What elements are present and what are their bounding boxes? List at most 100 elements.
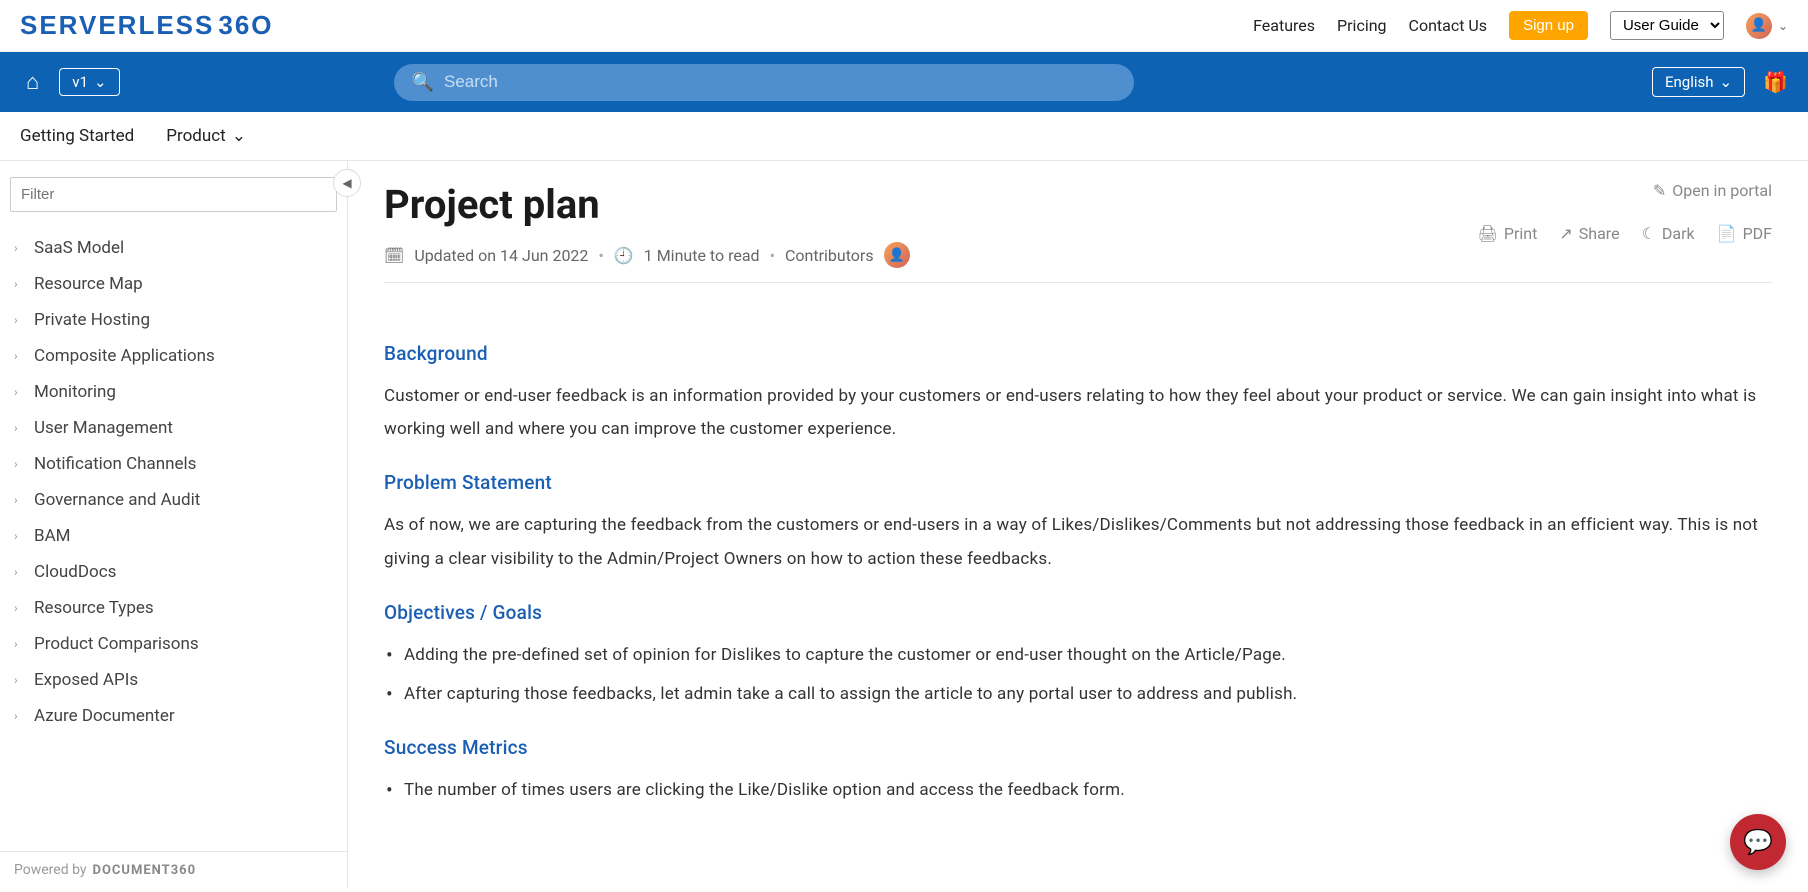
print-button[interactable]: 🖨Print bbox=[1478, 224, 1538, 243]
sidebar-footer: Powered by DOCUMENT360 bbox=[0, 851, 347, 888]
pdf-button[interactable]: 📄PDF bbox=[1717, 224, 1772, 243]
print-label: Print bbox=[1504, 224, 1537, 243]
version-selector[interactable]: v1 ⌄ bbox=[59, 68, 119, 96]
sidebar-item-label: Notification Channels bbox=[34, 454, 196, 474]
section-text-problem: As of now, we are capturing the feedback… bbox=[384, 509, 1772, 575]
read-time: 1 Minute to read bbox=[644, 246, 760, 265]
brand-logo-tail: 36O bbox=[218, 10, 273, 41]
top-nav: SERVERLESS 36O Features Pricing Contact … bbox=[0, 0, 1808, 52]
sidebar-item-label: User Management bbox=[34, 418, 173, 438]
chevron-right-icon: › bbox=[14, 349, 26, 363]
chevron-down-icon: ⌄ bbox=[94, 73, 107, 91]
dark-button[interactable]: ☾Dark bbox=[1642, 224, 1695, 243]
pdf-label: PDF bbox=[1743, 224, 1772, 243]
edit-icon: ✎ bbox=[1653, 181, 1666, 200]
chevron-right-icon: › bbox=[14, 457, 26, 471]
sidebar-item[interactable]: ›Resource Types bbox=[10, 590, 337, 626]
share-label: Share bbox=[1579, 224, 1620, 243]
sidebar-filter-input[interactable] bbox=[10, 177, 337, 212]
article: Project plan 🗓 Updated on 14 Jun 2022 • … bbox=[348, 161, 1808, 888]
list-item: Adding the pre-defined set of opinion fo… bbox=[386, 639, 1772, 672]
sidebar-item-label: Governance and Audit bbox=[34, 490, 200, 510]
open-in-portal-button[interactable]: ✎ Open in portal bbox=[1653, 181, 1772, 200]
objectives-list: Adding the pre-defined set of opinion fo… bbox=[384, 639, 1772, 711]
chat-fab-button[interactable]: 💬 bbox=[1730, 814, 1786, 870]
list-item: After capturing those feedbacks, let adm… bbox=[386, 678, 1772, 711]
sidebar-item-label: Product Comparisons bbox=[34, 634, 199, 654]
chevron-right-icon: › bbox=[14, 493, 26, 507]
sidebar-item[interactable]: › Notification Channels bbox=[10, 446, 337, 482]
sidebar-item[interactable]: › Composite Applications bbox=[10, 338, 337, 374]
nav-product[interactable]: Product ⌄ bbox=[166, 126, 246, 146]
nav-contact[interactable]: Contact Us bbox=[1409, 16, 1488, 35]
search-wrap: 🔍 bbox=[394, 64, 1134, 101]
page-title: Project plan bbox=[384, 181, 910, 228]
sidebar-item-label: SaaS Model bbox=[34, 238, 124, 258]
nav-features[interactable]: Features bbox=[1253, 16, 1315, 35]
chevron-right-icon: › bbox=[14, 277, 26, 291]
nav-getting-started[interactable]: Getting Started bbox=[20, 126, 134, 146]
sidebar-item[interactable]: ›Product Comparisons bbox=[10, 626, 337, 662]
chevron-right-icon: › bbox=[14, 385, 26, 399]
section-heading-background: Background bbox=[384, 335, 1772, 372]
share-icon: ↗ bbox=[1559, 224, 1572, 243]
chevron-right-icon: › bbox=[14, 565, 26, 579]
dark-label: Dark bbox=[1662, 224, 1695, 243]
clock-icon: 🕘 bbox=[614, 246, 634, 265]
dot-separator: • bbox=[770, 246, 775, 265]
sidebar-item-label: BAM bbox=[34, 526, 71, 546]
sidebar-item[interactable]: ›Exposed APIs bbox=[10, 662, 337, 698]
chat-icon: 💬 bbox=[1743, 828, 1773, 856]
sidebar-item-label: Composite Applications bbox=[34, 346, 215, 366]
sidebar-item[interactable]: ›Resource Map bbox=[10, 266, 337, 302]
content-row: ◀ ›SaaS Model›Resource Map›Private Hosti… bbox=[0, 161, 1808, 888]
calendar-icon: 🗓 bbox=[384, 246, 404, 265]
chevron-right-icon: › bbox=[14, 313, 26, 327]
sidebar: ◀ ›SaaS Model›Resource Map›Private Hosti… bbox=[0, 161, 348, 888]
contributors-label: Contributors bbox=[785, 246, 874, 265]
article-meta: 🗓 Updated on 14 Jun 2022 • 🕘 1 Minute to… bbox=[384, 242, 910, 268]
updated-date: Updated on 14 Jun 2022 bbox=[414, 246, 588, 265]
chevron-down-icon: ⌄ bbox=[1720, 73, 1733, 91]
sidebar-item[interactable]: › Governance and Audit bbox=[10, 482, 337, 518]
sidebar-item[interactable]: › User Management bbox=[10, 410, 337, 446]
signup-button[interactable]: Sign up bbox=[1509, 11, 1588, 40]
list-item: The number of times users are clicking t… bbox=[386, 774, 1772, 807]
sidebar-item-label: Azure Documenter bbox=[34, 706, 175, 726]
chevron-right-icon: › bbox=[14, 673, 26, 687]
sidebar-item[interactable]: ›Azure Documenter bbox=[10, 698, 337, 734]
nav-pricing[interactable]: Pricing bbox=[1337, 16, 1387, 35]
powered-by-label: Powered by bbox=[14, 862, 87, 878]
sub-nav: Getting Started Product ⌄ bbox=[0, 112, 1808, 161]
sidebar-item[interactable]: ›SaaS Model bbox=[10, 230, 337, 266]
home-icon[interactable]: ⌂ bbox=[20, 63, 45, 101]
sidebar-item[interactable]: ›Private Hosting bbox=[10, 302, 337, 338]
chevron-right-icon: › bbox=[14, 421, 26, 435]
sidebar-item[interactable]: ›CloudDocs bbox=[10, 554, 337, 590]
section-heading-metrics: Success Metrics bbox=[384, 729, 1772, 766]
chevron-down-icon: ⌄ bbox=[1778, 19, 1788, 33]
article-actions: ✎ Open in portal 🖨Print ↗ Share ☾Dark 📄PD… bbox=[1478, 181, 1772, 243]
share-button[interactable]: ↗ Share bbox=[1559, 224, 1619, 243]
search-input[interactable] bbox=[444, 72, 1116, 92]
sidebar-collapse-button[interactable]: ◀ bbox=[333, 169, 361, 197]
top-nav-right: Features Pricing Contact Us Sign up User… bbox=[1253, 11, 1788, 40]
gift-icon[interactable]: 🎁 bbox=[1763, 70, 1788, 94]
document360-logo-text: DOCUMENT360 bbox=[93, 863, 197, 878]
search-box[interactable]: 🔍 bbox=[394, 64, 1134, 101]
metrics-list: The number of times users are clicking t… bbox=[384, 774, 1772, 807]
blue-bar-right: English ⌄ 🎁 bbox=[1652, 67, 1788, 97]
section-heading-problem: Problem Statement bbox=[384, 464, 1772, 501]
article-body: Background Customer or end-user feedback… bbox=[384, 283, 1772, 807]
dot-separator: • bbox=[598, 246, 603, 265]
sidebar-item[interactable]: ›BAM bbox=[10, 518, 337, 554]
brand-logo: SERVERLESS 36O bbox=[20, 10, 274, 41]
userguide-select[interactable]: User Guide bbox=[1610, 11, 1724, 40]
sidebar-item[interactable]: ›Monitoring bbox=[10, 374, 337, 410]
chevron-down-icon: ⌄ bbox=[232, 126, 246, 146]
user-menu[interactable]: 👤 ⌄ bbox=[1746, 13, 1788, 39]
language-selector[interactable]: English ⌄ bbox=[1652, 67, 1745, 97]
open-in-portal-label: Open in portal bbox=[1672, 181, 1772, 200]
chevron-right-icon: › bbox=[14, 601, 26, 615]
section-heading-objectives: Objectives / Goals bbox=[384, 594, 1772, 631]
